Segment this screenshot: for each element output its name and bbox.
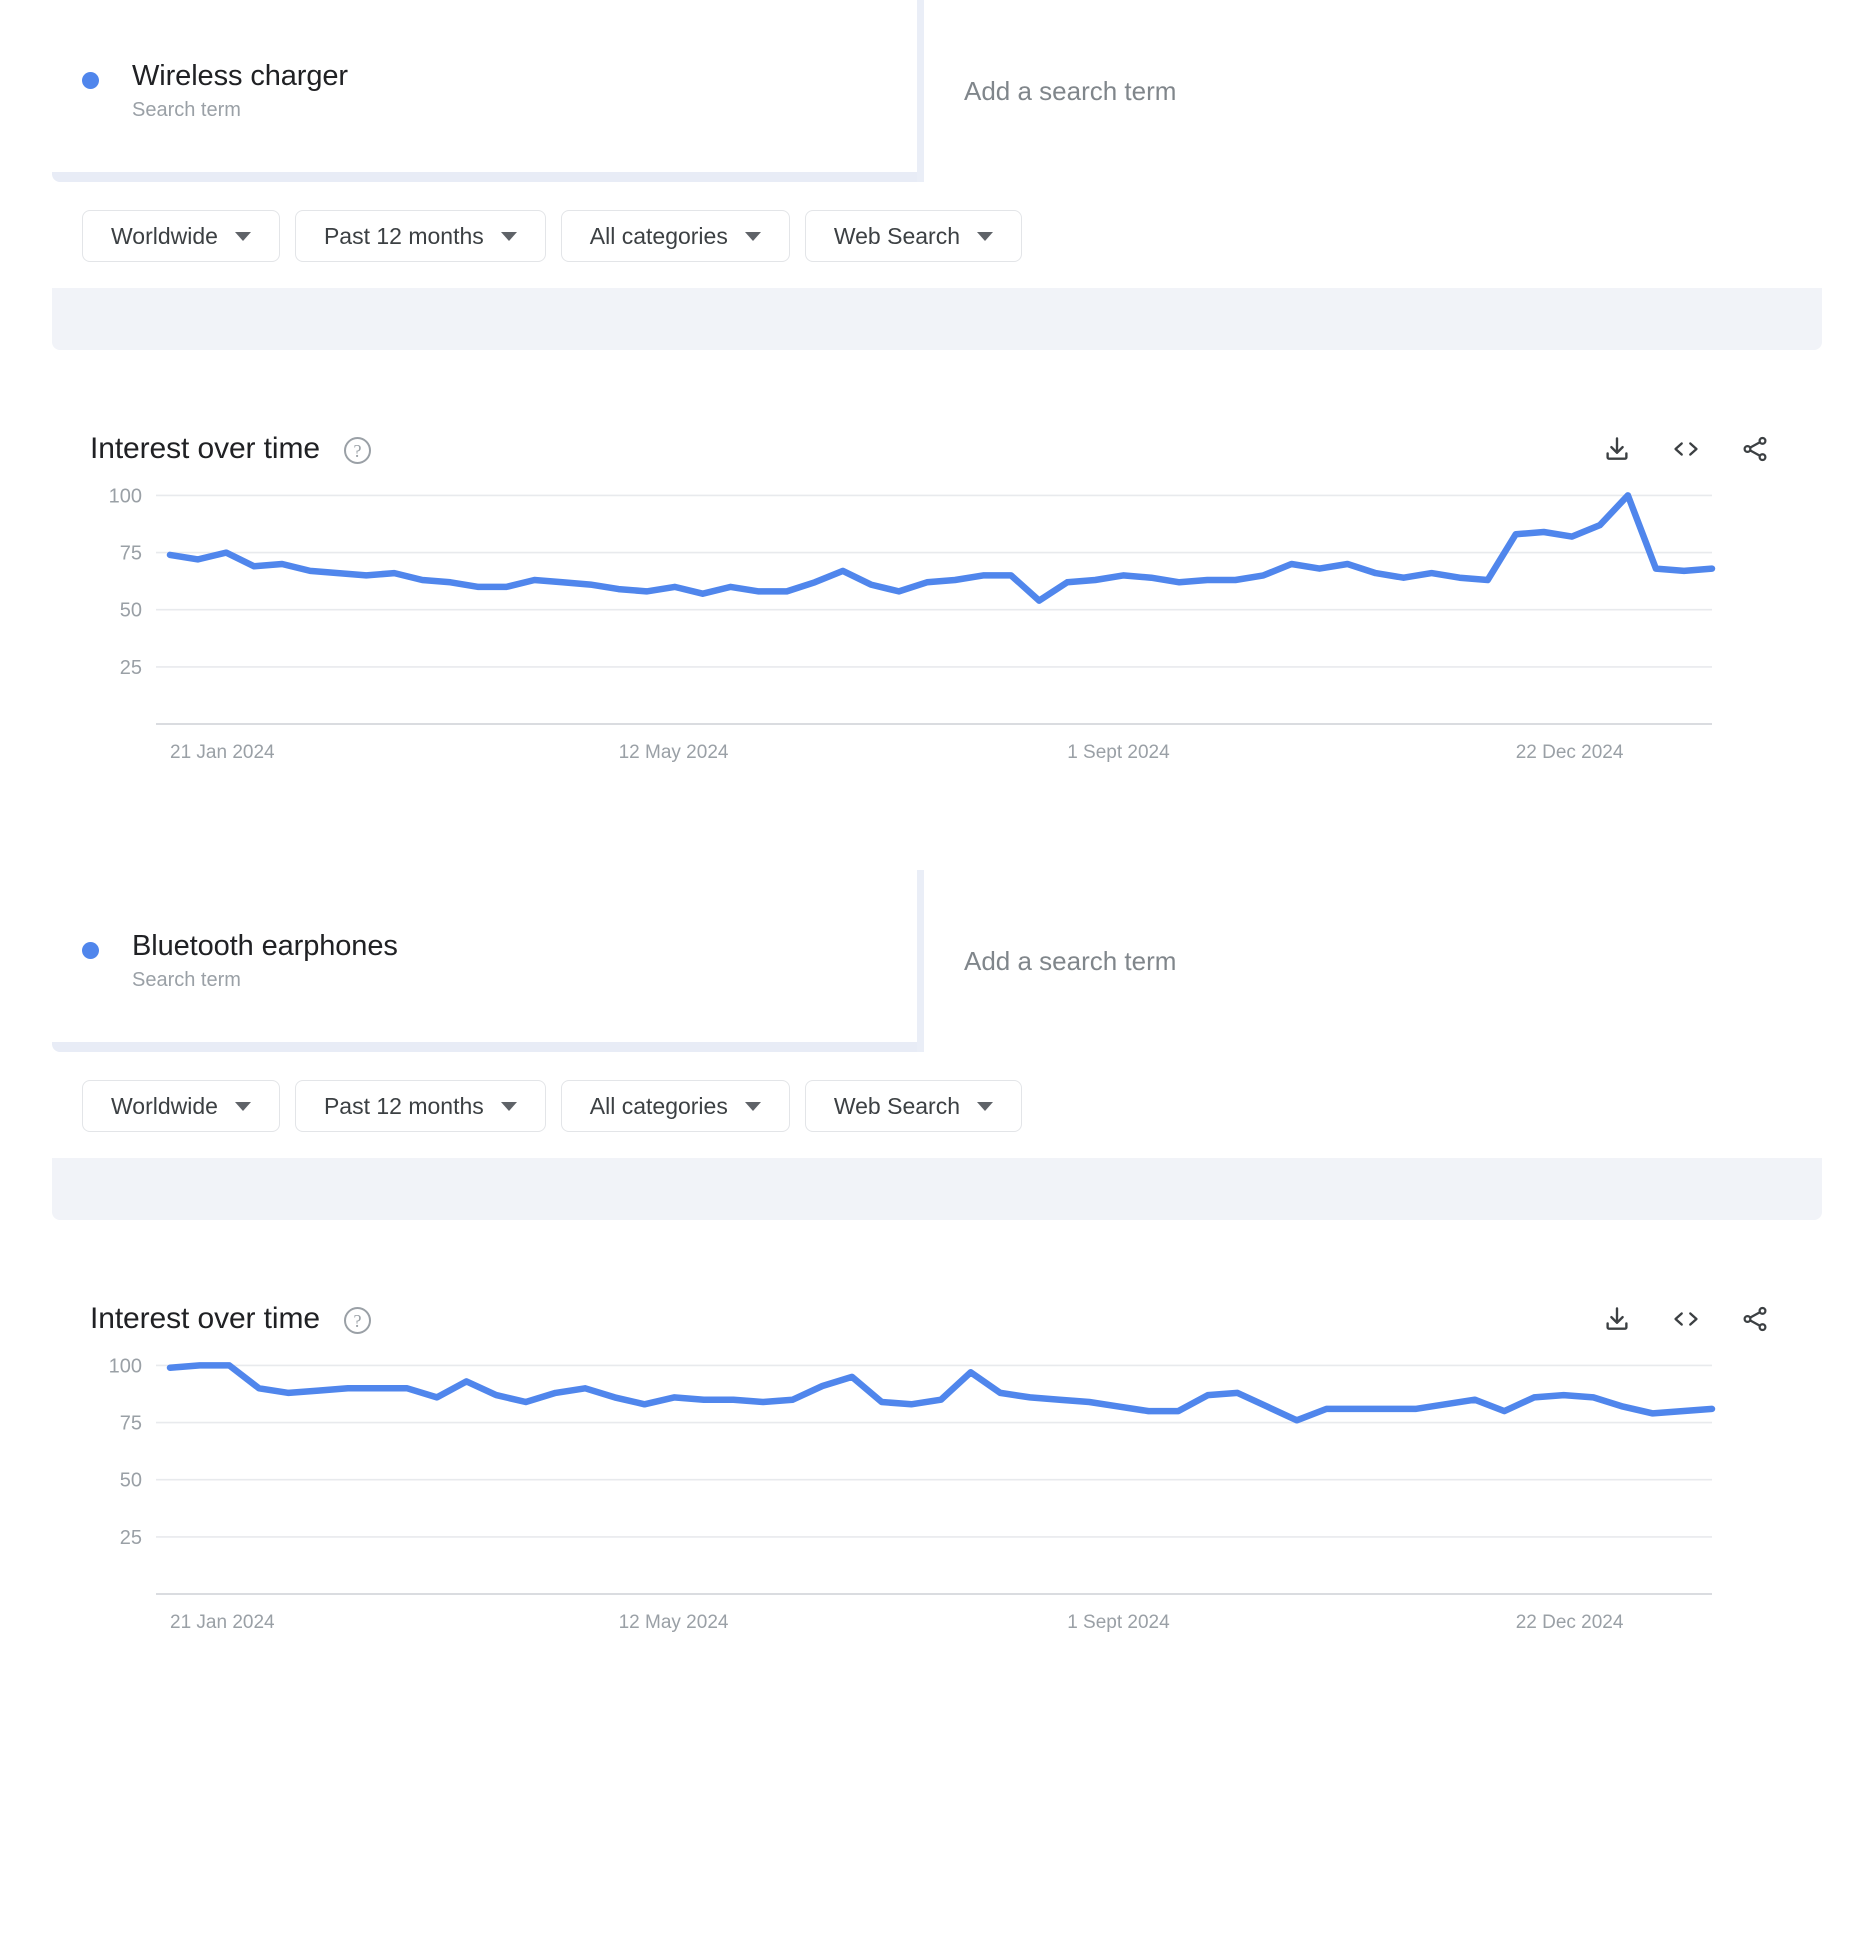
chevron-down-icon — [234, 1101, 251, 1111]
plot-area: 100 75 50 25 21 Jan 2024 12 May 2024 1 Sept 2… — [52, 466, 1822, 766]
download-icon[interactable] — [1602, 434, 1632, 464]
chevron-down-icon — [500, 231, 517, 241]
add-search-term-placeholder: Add a search term — [964, 75, 1177, 106]
filter-chip-web search[interactable]: Web Search — [804, 1080, 1022, 1132]
section-gap — [0, 766, 1852, 870]
band-spacer — [0, 1220, 1852, 1264]
embed-icon[interactable] — [1670, 1304, 1702, 1334]
filter-chip-label: Web Search — [833, 222, 960, 249]
plot-area: 100 75 50 25 21 Jan 2024 12 May 2024 1 Sept 2… — [52, 1336, 1822, 1636]
search-term-underline — [52, 1042, 917, 1052]
chart-actions — [1602, 1304, 1770, 1334]
search-term-cell[interactable]: Bluetooth earphones Search term — [52, 870, 917, 1052]
chart-title: Interest over time — [90, 1302, 320, 1335]
filter-chip-all categories[interactable]: All categories — [560, 1080, 790, 1132]
series-line — [166, 492, 1716, 604]
x-axis-tick: 21 Jan 2024 — [170, 742, 275, 763]
filters-row: Worldwide Past 12 months All categories … — [0, 1052, 1852, 1158]
search-term-title: Wireless charger — [132, 59, 348, 92]
chart-header: Interest over time ? — [52, 394, 1822, 466]
y-axis-tick: 25 — [120, 1527, 142, 1549]
filter-chip-worldwide[interactable]: Worldwide — [82, 1080, 280, 1132]
chart-header: Interest over time ? — [52, 1264, 1822, 1336]
y-axis-tick: 100 — [109, 485, 142, 507]
chart-title: Interest over time — [90, 432, 320, 465]
filter-chip-web search[interactable]: Web Search — [804, 210, 1022, 262]
filter-chip-worldwide[interactable]: Worldwide — [82, 210, 280, 262]
filter-chip-past 12 months[interactable]: Past 12 months — [294, 1080, 546, 1132]
add-search-term-cell[interactable]: Add a search term — [917, 0, 1822, 182]
filter-chip-label: Past 12 months — [323, 222, 484, 249]
interest-over-time-chart-0[interactable]: 100 75 50 25 21 Jan 2024 12 May 2024 1 Sept 2… — [52, 466, 1782, 766]
y-axis-tick: 75 — [120, 543, 142, 565]
filter-chip-label: All categories — [589, 1092, 728, 1119]
add-search-term-placeholder: Add a search term — [964, 945, 1177, 976]
x-axis-tick: 1 Sept 2024 — [1067, 742, 1170, 763]
filter-chip-label: Worldwide — [111, 1092, 218, 1119]
filter-chip-label: Past 12 months — [323, 1092, 484, 1119]
search-term-subtitle: Search term — [132, 99, 241, 122]
y-axis-tick: 50 — [120, 600, 142, 622]
filter-chip-all categories[interactable]: All categories — [560, 210, 790, 262]
series-color-dot — [82, 71, 99, 89]
x-axis-tick: 12 May 2024 — [619, 1612, 729, 1633]
interest-over-time-card: Interest over time ? 100 75 50 25 21 Jan 20… — [52, 1264, 1822, 1636]
search-term-underline — [52, 172, 917, 182]
filter-chip-label: Web Search — [833, 1092, 960, 1119]
filters-row: Worldwide Past 12 months All categories … — [0, 182, 1852, 288]
share-icon[interactable] — [1740, 434, 1770, 464]
chevron-down-icon — [500, 1101, 517, 1111]
section-divider-band — [52, 1158, 1822, 1220]
search-term-cell[interactable]: Wireless charger Search term — [52, 0, 917, 182]
x-axis-tick: 1 Sept 2024 — [1067, 1612, 1170, 1633]
trends-section-0: Wireless charger Search term Add a searc… — [0, 0, 1852, 870]
search-term-bar: Bluetooth earphones Search term Add a se… — [52, 870, 1822, 1052]
y-axis-tick: 100 — [109, 1355, 142, 1377]
y-axis-tick: 75 — [120, 1413, 142, 1435]
trends-page: Wireless charger Search term Add a searc… — [0, 0, 1852, 1680]
filter-chip-past 12 months[interactable]: Past 12 months — [294, 210, 546, 262]
search-term-subtitle: Search term — [132, 969, 241, 992]
x-axis-tick: 22 Dec 2024 — [1516, 742, 1624, 763]
trends-section-1: Bluetooth earphones Search term Add a se… — [0, 870, 1852, 1680]
section-divider-band — [52, 288, 1822, 350]
chart-actions — [1602, 434, 1770, 464]
search-term-title: Bluetooth earphones — [132, 929, 398, 962]
help-icon[interactable]: ? — [343, 1307, 371, 1334]
search-term-bar: Wireless charger Search term Add a searc… — [52, 0, 1822, 182]
chevron-down-icon — [976, 231, 993, 241]
y-axis-tick: 25 — [120, 657, 142, 679]
chevron-down-icon — [234, 231, 251, 241]
y-axis-tick: 50 — [120, 1470, 142, 1492]
x-axis-tick: 12 May 2024 — [619, 742, 729, 763]
x-axis-tick: 22 Dec 2024 — [1516, 1612, 1624, 1633]
series-line — [166, 1362, 1716, 1424]
filter-chip-label: Worldwide — [111, 222, 218, 249]
x-axis-tick: 21 Jan 2024 — [170, 1612, 275, 1633]
chevron-down-icon — [744, 231, 761, 241]
chevron-down-icon — [976, 1101, 993, 1111]
add-search-term-cell[interactable]: Add a search term — [917, 870, 1822, 1052]
help-icon[interactable]: ? — [343, 437, 371, 464]
section-gap — [0, 1636, 1852, 1680]
download-icon[interactable] — [1602, 1304, 1632, 1334]
embed-icon[interactable] — [1670, 434, 1702, 464]
chevron-down-icon — [744, 1101, 761, 1111]
share-icon[interactable] — [1740, 1304, 1770, 1334]
series-color-dot — [82, 941, 99, 959]
interest-over-time-chart-1[interactable]: 100 75 50 25 21 Jan 2024 12 May 2024 1 Sept 2… — [52, 1336, 1782, 1636]
interest-over-time-card: Interest over time ? 100 75 50 25 21 Jan 20… — [52, 394, 1822, 766]
band-spacer — [0, 350, 1852, 394]
filter-chip-label: All categories — [589, 222, 728, 249]
